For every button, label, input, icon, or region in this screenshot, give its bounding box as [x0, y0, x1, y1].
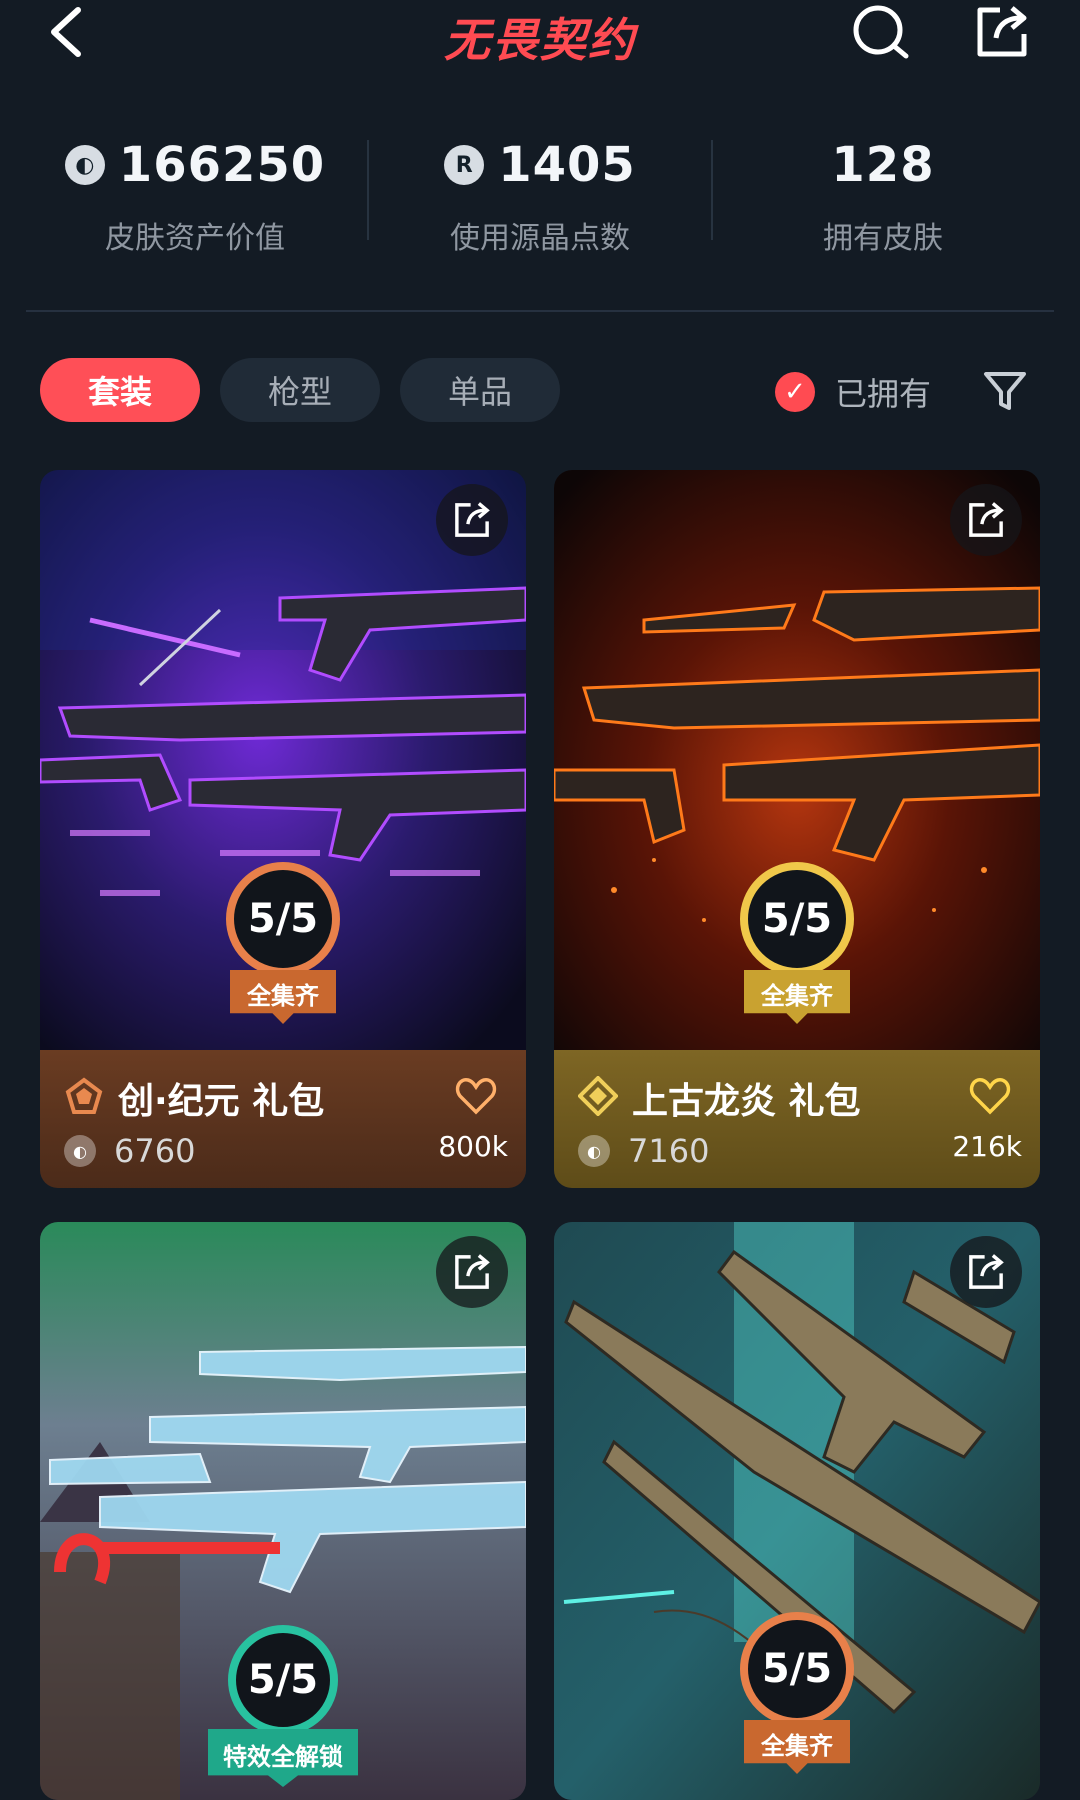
stat-label: 皮肤资产价值 [105, 221, 285, 256]
share-icon[interactable] [970, 0, 1034, 64]
badge-label: 全集齐 [744, 1720, 850, 1774]
heart-icon[interactable] [968, 1074, 1012, 1118]
divider [711, 140, 713, 240]
tab-weapon-type[interactable]: 枪型 [220, 358, 380, 422]
tier-pentagon-icon [65, 1077, 103, 1114]
collection-badge: 5/5 全集齐 [732, 862, 862, 1024]
bundle-price: 7160 [628, 1132, 710, 1170]
checkmark-icon: ✓ [775, 372, 815, 412]
price-row: ◐ 7160 [578, 1132, 709, 1170]
filter-icon[interactable] [980, 366, 1030, 416]
stat-value: 1405 [498, 137, 636, 193]
collection-badge: 5/5 全集齐 [218, 862, 348, 1024]
app-title: 无畏契约 [444, 13, 636, 67]
bundle-card[interactable]: 5/5 全集齐 [554, 1222, 1040, 1800]
stat-value: 128 [831, 137, 935, 193]
progress-ring: 5/5 [740, 1612, 854, 1726]
bundle-card[interactable]: 5/5 全集齐 创·纪元 礼包 ◐ 6760 800k [40, 470, 526, 1188]
like-count: 216k [952, 1130, 1022, 1163]
bundle-title: 上古龙炎 礼包 [632, 1081, 861, 1122]
collection-badge: 5/5 特效全解锁 [208, 1625, 358, 1787]
share-icon[interactable] [950, 484, 1022, 556]
stat-label: 拥有皮肤 [823, 221, 943, 256]
divider [26, 310, 1054, 312]
owned-toggle[interactable]: ✓ 已拥有 [775, 362, 931, 422]
share-icon[interactable] [436, 1236, 508, 1308]
stats-panel: ◐ 166250 皮肤资产价值 R 1405 使用源晶点数 128 拥有皮肤 [0, 125, 1080, 265]
search-icon[interactable] [850, 0, 914, 64]
stat-radianite: R 1405 使用源晶点数 [375, 125, 705, 257]
badge-label: 全集齐 [230, 970, 336, 1024]
price-row: ◐ 6760 [64, 1132, 195, 1170]
vp-coin-icon: ◐ [64, 145, 105, 185]
category-tabs: 套装 枪型 单品 [40, 358, 560, 424]
tier-diamond-icon [578, 1076, 618, 1116]
collection-badge: 5/5 全集齐 [732, 1612, 862, 1774]
heart-icon[interactable] [454, 1074, 498, 1118]
vp-coin-icon: ◐ [578, 1135, 610, 1167]
card-footer: 上古龙炎 礼包 ◐ 7160 216k [554, 1050, 1040, 1188]
badge-label: 全集齐 [744, 970, 850, 1024]
stat-skin-value: ◐ 166250 皮肤资产价值 [30, 125, 360, 257]
tab-bundles[interactable]: 套装 [40, 358, 200, 422]
badge-label: 特效全解锁 [208, 1729, 358, 1787]
progress-ring: 5/5 [228, 1625, 338, 1735]
share-icon[interactable] [950, 1236, 1022, 1308]
stat-value: 166250 [118, 137, 326, 193]
app-header: 无畏契约 [0, 0, 1080, 75]
share-icon[interactable] [436, 484, 508, 556]
bundle-card[interactable]: 5/5 特效全解锁 [40, 1222, 526, 1800]
bundle-title: 创·纪元 礼包 [118, 1081, 325, 1122]
tab-single-item[interactable]: 单品 [400, 358, 560, 422]
divider [367, 140, 369, 240]
progress-ring: 5/5 [740, 862, 854, 976]
card-footer: 创·纪元 礼包 ◐ 6760 800k [40, 1050, 526, 1188]
bundle-card[interactable]: 5/5 全集齐 上古龙炎 礼包 ◐ 7160 216k [554, 470, 1040, 1188]
bundle-price: 6760 [114, 1132, 196, 1170]
progress-ring: 5/5 [226, 862, 340, 976]
radianite-icon: R [444, 145, 485, 185]
stat-label: 使用源晶点数 [450, 221, 630, 256]
vp-coin-icon: ◐ [64, 1135, 96, 1167]
stat-owned-skins: 128 拥有皮肤 [718, 125, 1048, 257]
owned-label: 已拥有 [835, 375, 932, 413]
like-count: 800k [438, 1130, 508, 1163]
